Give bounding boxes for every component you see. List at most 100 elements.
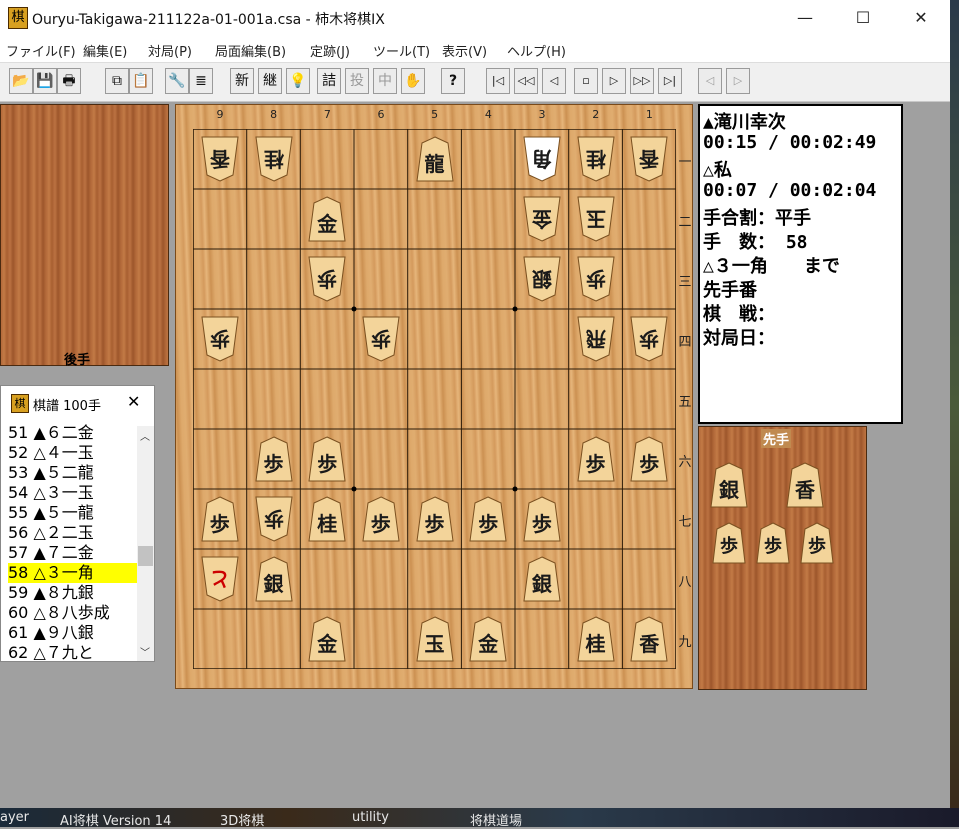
kifu-move-row[interactable]: 62 △７九と <box>8 643 143 663</box>
new-game-button[interactable]: 新 <box>230 68 254 94</box>
hand-piece-pawn[interactable]: 歩 <box>711 521 747 569</box>
copy-icon[interactable]: ⧉ <box>105 68 129 94</box>
forward-many-button[interactable]: ▷▷ <box>630 68 654 94</box>
kifu-move-row[interactable]: 55 ▲５一龍 <box>8 503 143 523</box>
board-piece[interactable]: 銀 <box>522 255 562 303</box>
board-piece[interactable]: と <box>200 555 240 603</box>
scroll-thumb[interactable] <box>138 546 153 566</box>
menu-tools[interactable]: ツール(T) <box>373 41 430 60</box>
board-piece[interactable]: 玉 <box>415 615 455 663</box>
save-icon[interactable]: 💾 <box>33 68 57 94</box>
branch-next-button[interactable]: ▷ <box>726 68 750 94</box>
list-icon[interactable]: ≣ <box>189 68 213 94</box>
gote-piece-stand[interactable]: 後手 <box>0 104 169 368</box>
kifu-move-row[interactable]: 56 △２二玉 <box>8 523 143 543</box>
board-piece[interactable]: 歩 <box>200 495 240 543</box>
taskbar-item[interactable]: AI将棋 Version 14 <box>60 810 171 829</box>
menu-joseki[interactable]: 定跡(J) <box>310 41 350 60</box>
first-move-button[interactable]: |◁ <box>486 68 510 94</box>
print-icon[interactable]: 🖶 <box>57 68 81 94</box>
kifu-move-row[interactable]: 54 △３一玉 <box>8 483 143 503</box>
hand-piece-pawn[interactable]: 歩 <box>755 521 791 569</box>
board-piece[interactable]: 龍 <box>415 135 455 183</box>
minimize-button[interactable]: — <box>776 0 834 36</box>
stop-button[interactable]: ▫ <box>574 68 598 94</box>
board-piece[interactable]: 香 <box>629 135 669 183</box>
open-file-icon[interactable]: 📂 <box>9 68 33 94</box>
menu-file[interactable]: ファイル(F) <box>6 41 76 60</box>
hand-piece-lance[interactable]: 香 <box>785 461 825 509</box>
board-piece[interactable]: 銀 <box>254 555 294 603</box>
kifu-move-row[interactable]: 52 △４一玉 <box>8 443 143 463</box>
board-piece[interactable]: 歩 <box>307 255 347 303</box>
board-piece[interactable]: 桂 <box>576 135 616 183</box>
board-piece[interactable]: 歩 <box>629 435 669 483</box>
board-piece[interactable]: 桂 <box>576 615 616 663</box>
menu-view[interactable]: 表示(V) <box>442 41 487 60</box>
scroll-up-icon[interactable]: ︿ <box>140 428 150 443</box>
board-piece[interactable]: 歩 <box>576 435 616 483</box>
taskbar-item[interactable]: ayer <box>0 810 29 825</box>
board-piece[interactable]: 玉 <box>576 195 616 243</box>
wrench-icon[interactable]: 🔧 <box>165 68 189 94</box>
taskbar-item[interactable]: utility <box>352 810 389 825</box>
menu-help[interactable]: ヘルプ(H) <box>507 41 566 60</box>
board-piece[interactable]: 桂 <box>307 495 347 543</box>
kifu-move-row[interactable]: 57 ▲７二金 <box>8 543 143 563</box>
mate-search-button[interactable]: 詰 <box>317 68 341 94</box>
help-icon[interactable]: ? <box>441 68 465 94</box>
maximize-button[interactable]: ☐ <box>834 0 892 36</box>
resign-button[interactable]: 投 <box>345 68 369 94</box>
pause-button[interactable]: 中 <box>373 68 397 94</box>
board-piece[interactable]: 角 <box>522 135 562 183</box>
sente-piece-stand[interactable]: 先手 銀 香 歩 歩 歩 <box>698 426 867 690</box>
back-many-button[interactable]: ◁◁ <box>514 68 538 94</box>
board-piece[interactable]: 金 <box>522 195 562 243</box>
hand-icon[interactable]: ✋ <box>401 68 425 94</box>
kifu-move-row[interactable]: 51 ▲６二金 <box>8 423 143 443</box>
board-piece[interactable]: 桂 <box>254 135 294 183</box>
taskbar-item[interactable]: 将棋道場 <box>470 810 522 829</box>
board-piece[interactable]: 金 <box>307 615 347 663</box>
board-piece[interactable]: 香 <box>629 615 669 663</box>
kifu-move-row[interactable]: 61 ▲９八銀 <box>8 623 143 643</box>
board-piece[interactable]: 歩 <box>629 315 669 363</box>
board-piece[interactable]: 歩 <box>361 495 401 543</box>
back-button[interactable]: ◁ <box>542 68 566 94</box>
board-piece[interactable]: 歩 <box>415 495 455 543</box>
board-piece[interactable]: 歩 <box>200 315 240 363</box>
board-piece[interactable]: 歩 <box>522 495 562 543</box>
hint-icon[interactable]: 💡 <box>286 68 310 94</box>
menu-game[interactable]: 対局(P) <box>148 41 192 60</box>
kifu-close-button[interactable]: ✕ <box>127 392 140 411</box>
board-piece[interactable]: 飛 <box>576 315 616 363</box>
kifu-move-row[interactable]: 59 ▲８九銀 <box>8 583 143 603</box>
hand-piece-silver[interactable]: 銀 <box>709 461 749 509</box>
paste-icon[interactable]: 📋 <box>129 68 153 94</box>
board-piece[interactable]: 歩 <box>468 495 508 543</box>
scroll-down-icon[interactable]: ﹀ <box>140 644 150 659</box>
menu-position-edit[interactable]: 局面編集(B) <box>215 41 286 60</box>
hand-piece-pawn[interactable]: 歩 <box>799 521 835 569</box>
kifu-move-row[interactable]: 60 △８八歩成 <box>8 603 143 623</box>
board-piece[interactable]: 金 <box>307 195 347 243</box>
forward-button[interactable]: ▷ <box>602 68 626 94</box>
board-piece[interactable]: 金 <box>468 615 508 663</box>
menu-edit[interactable]: 編集(E) <box>83 41 127 60</box>
kifu-move-row[interactable]: 58 △３一角 <box>8 563 143 583</box>
board-piece[interactable]: 歩 <box>307 435 347 483</box>
kifu-scrollbar[interactable]: ︿ ﹀ <box>137 426 154 661</box>
board-piece[interactable]: 歩 <box>254 495 294 543</box>
kifu-move-row[interactable]: 53 ▲５二龍 <box>8 463 143 483</box>
board-piece[interactable]: 歩 <box>361 315 401 363</box>
branch-prev-button[interactable]: ◁ <box>698 68 722 94</box>
app-icon[interactable]: 棋 <box>8 7 28 29</box>
close-button[interactable]: ✕ <box>892 0 950 36</box>
board-piece[interactable]: 歩 <box>254 435 294 483</box>
shogi-board[interactable]: 987654321 一二三四五六七八九 香桂龍角桂香金金玉歩銀歩歩歩飛歩歩歩歩歩… <box>175 104 693 689</box>
board-piece[interactable]: 香 <box>200 135 240 183</box>
board-grid[interactable]: 香桂龍角桂香金金玉歩銀歩歩歩飛歩歩歩歩歩歩歩桂歩歩歩歩と銀銀金玉金桂香 <box>193 129 676 669</box>
continue-button[interactable]: 継 <box>258 68 282 94</box>
taskbar-item[interactable]: 3D将棋 <box>220 810 264 829</box>
board-piece[interactable]: 歩 <box>576 255 616 303</box>
